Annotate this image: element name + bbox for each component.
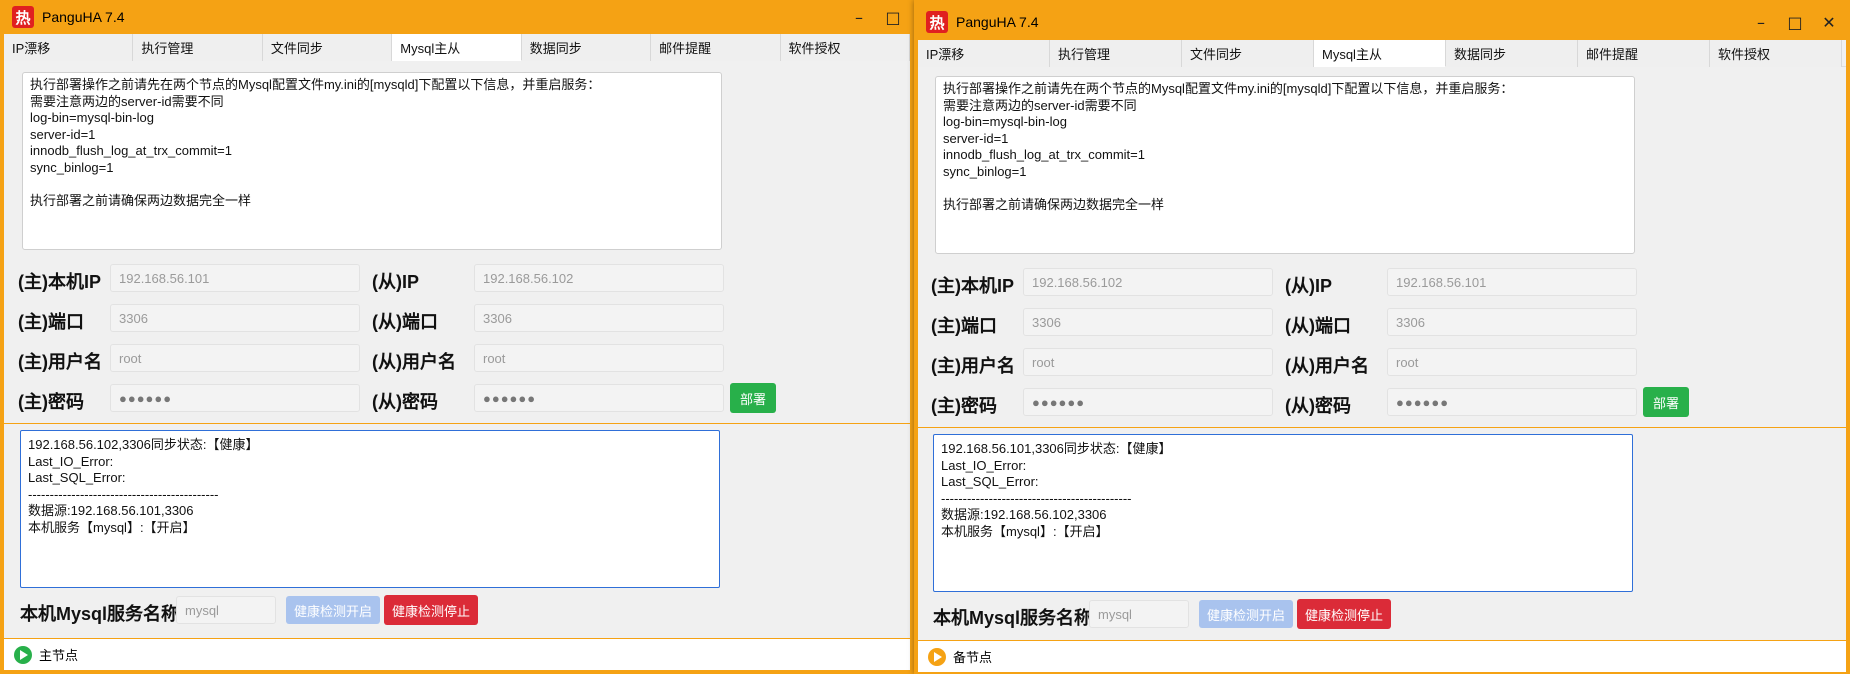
health-check-start-button[interactable]: 健康检测开启 [286,596,380,624]
master-ip-input[interactable]: 192.168.56.102 [1023,268,1273,296]
master-ip-input[interactable]: 192.168.56.101 [110,264,360,292]
health-check-start-button[interactable]: 健康检测开启 [1199,600,1293,628]
mysql-service-name-input[interactable]: mysql [1089,600,1189,628]
tab-bar: IP漂移 执行管理 文件同步 Mysql主从 数据同步 邮件提醒 软件授权 [918,40,1846,67]
tab-file-sync[interactable]: 文件同步 [262,34,393,61]
master-port-input[interactable]: 3306 [1023,308,1273,336]
slave-user-label: (从)用户名 [1285,356,1369,376]
master-port-label: (主)端口 [931,316,997,336]
tab-data-sync[interactable]: 数据同步 [521,34,652,61]
health-check-stop-button[interactable]: 健康检测停止 [1297,599,1391,629]
sync-status-log[interactable]: 192.168.56.101,3306同步状态:【健康】 Last_IO_Err… [933,434,1633,592]
tab-ip-float[interactable]: IP漂移 [918,40,1050,67]
app-logo-icon: 热 [12,6,34,28]
node-role-text: 备节点 [953,650,993,665]
play-icon [14,645,32,664]
master-user-input[interactable]: root [110,344,360,372]
master-user-label: (主)用户名 [18,352,102,372]
slave-port-label: (从)端口 [1285,316,1351,336]
tab-mysql-master-slave[interactable]: Mysql主从 [1314,40,1446,67]
master-port-label: (主)端口 [18,312,84,332]
title-bar: 热 PanguHA 7.4 – □ ✕ [918,0,1846,40]
tab-data-sync[interactable]: 数据同步 [1446,40,1578,67]
master-user-input[interactable]: root [1023,348,1273,376]
window-title: PanguHA 7.4 [42,9,125,25]
master-port-input[interactable]: 3306 [110,304,360,332]
slave-ip-input[interactable]: 192.168.56.102 [474,264,724,292]
master-password-input[interactable]: ●●●●●● [1023,388,1273,416]
app-window-primary: 热 PanguHA 7.4 – □ IP漂移 执行管理 文件同步 Mysql主从… [0,0,914,674]
app-logo-icon: 热 [926,11,948,33]
slave-ip-label: (从)IP [1285,276,1332,296]
window-title: PanguHA 7.4 [956,14,1039,30]
slave-password-label: (从)密码 [372,392,438,412]
mysql-service-name-label: 本机Mysql服务名称 [933,608,1093,628]
tab-exec-manage[interactable]: 执行管理 [133,34,263,61]
master-ip-label: (主)本机IP [931,276,1014,296]
tab-license[interactable]: 软件授权 [780,34,910,61]
app-window-standby: 热 PanguHA 7.4 – □ ✕ IP漂移 执行管理 文件同步 Mysql… [914,0,1850,674]
slave-user-label: (从)用户名 [372,352,456,372]
tab-mail-alert[interactable]: 邮件提醒 [651,34,781,61]
deploy-button[interactable]: 部署 [730,383,776,413]
minimize-icon[interactable]: – [842,0,876,34]
sync-status-log[interactable]: 192.168.56.102,3306同步状态:【健康】 Last_IO_Err… [20,430,720,588]
mysql-service-name-label: 本机Mysql服务名称 [20,604,180,624]
master-password-input[interactable]: ●●●●●● [110,384,360,412]
slave-ip-label: (从)IP [372,272,419,292]
slave-port-input[interactable]: 3306 [1387,308,1637,336]
tab-license[interactable]: 软件授权 [1710,40,1842,67]
slave-user-input[interactable]: root [474,344,724,372]
config-notes-textarea[interactable]: 执行部署操作之前请先在两个节点的Mysql配置文件my.ini的[mysqld]… [22,72,722,250]
slave-password-input[interactable]: ●●●●●● [1387,388,1637,416]
status-bar: 备节点 [918,640,1846,672]
slave-user-input[interactable]: root [1387,348,1637,376]
divider [4,423,910,424]
slave-port-label: (从)端口 [372,312,438,332]
slave-port-input[interactable]: 3306 [474,304,724,332]
config-notes-textarea[interactable]: 执行部署操作之前请先在两个节点的Mysql配置文件my.ini的[mysqld]… [935,76,1635,254]
node-role-text: 主节点 [39,648,79,663]
minimize-icon[interactable]: – [1744,5,1778,39]
master-user-label: (主)用户名 [931,356,1015,376]
maximize-icon[interactable]: □ [1778,5,1812,39]
tab-mysql-master-slave[interactable]: Mysql主从 [392,34,522,61]
maximize-icon[interactable]: □ [876,0,910,34]
mysql-service-name-input[interactable]: mysql [176,596,276,624]
tab-mail-alert[interactable]: 邮件提醒 [1578,40,1710,67]
master-password-label: (主)密码 [931,396,997,416]
slave-password-input[interactable]: ●●●●●● [474,384,724,412]
deploy-button[interactable]: 部署 [1643,387,1689,417]
health-check-stop-button[interactable]: 健康检测停止 [384,595,478,625]
master-password-label: (主)密码 [18,392,84,412]
tab-ip-float[interactable]: IP漂移 [4,34,134,61]
tab-bar: IP漂移 执行管理 文件同步 Mysql主从 数据同步 邮件提醒 软件授权 [4,34,910,61]
tab-exec-manage[interactable]: 执行管理 [1050,40,1182,67]
tab-file-sync[interactable]: 文件同步 [1182,40,1314,67]
master-ip-label: (主)本机IP [18,272,101,292]
close-icon[interactable]: ✕ [1812,5,1846,39]
play-icon [928,647,946,666]
title-bar: 热 PanguHA 7.4 – □ [4,0,910,34]
divider [918,427,1846,428]
status-bar: 主节点 [4,638,910,670]
slave-ip-input[interactable]: 192.168.56.101 [1387,268,1637,296]
slave-password-label: (从)密码 [1285,396,1351,416]
